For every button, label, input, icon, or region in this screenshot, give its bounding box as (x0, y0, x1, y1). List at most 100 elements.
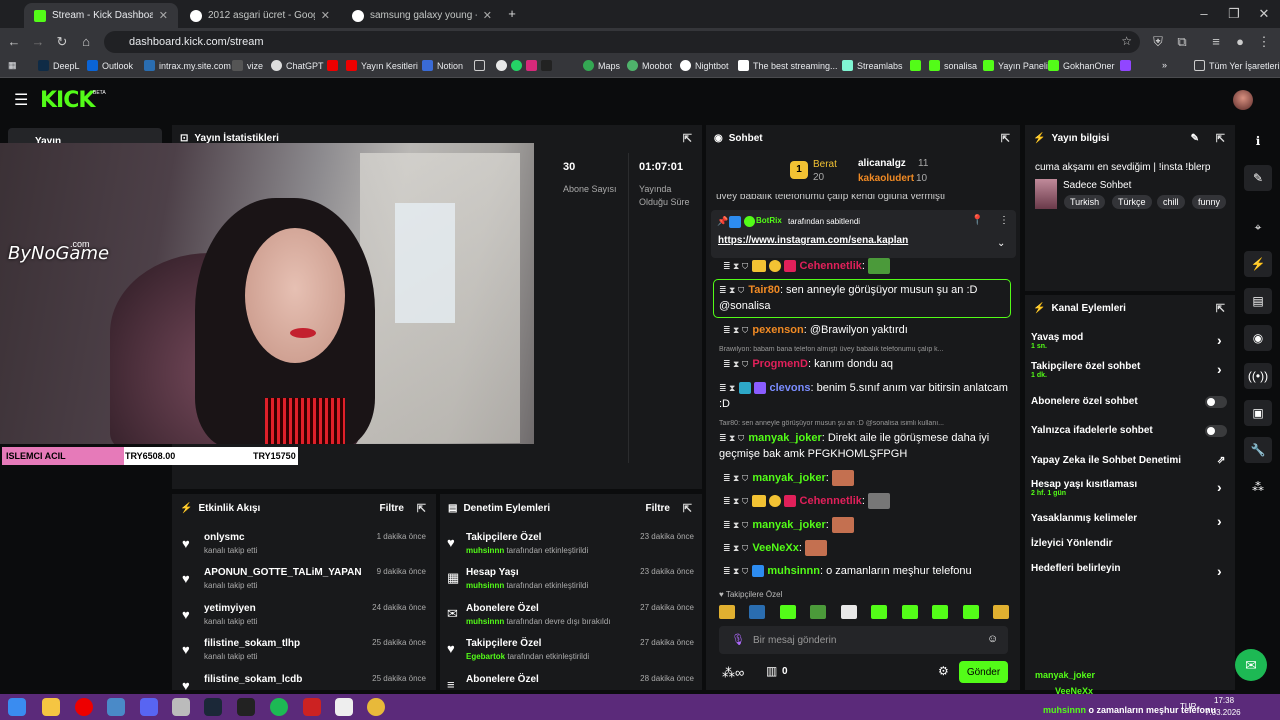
hamburger-menu-icon[interactable]: ☰ (14, 90, 28, 110)
tab-google-asgari[interactable]: 2012 asgari ücret - Google'da A ✕ (180, 3, 340, 28)
spotify-icon[interactable] (270, 698, 288, 716)
profile-icon[interactable]: ● (1232, 34, 1248, 50)
bookmark-icons-group[interactable] (496, 60, 556, 71)
folder-icon[interactable] (474, 60, 489, 71)
wrench-icon[interactable]: 🔧 (1244, 437, 1272, 463)
bookmark-all[interactable]: Tüm Yer İşaretleri (1194, 60, 1280, 71)
app-icon[interactable] (335, 698, 353, 716)
subscribers-only-toggle[interactable] (1205, 396, 1227, 408)
gift-icon[interactable]: ▥ (766, 664, 777, 678)
close-tab-icon[interactable]: ✕ (321, 9, 330, 22)
emote-icon[interactable] (810, 605, 827, 619)
popout-icon[interactable]: ⇱ (683, 502, 692, 515)
menu-icon[interactable]: ⋮ (1256, 34, 1272, 50)
opera-icon[interactable] (75, 698, 93, 716)
info-icon[interactable]: ℹ (1244, 128, 1272, 154)
bookmark-star-icon[interactable]: ☆ (1121, 34, 1132, 48)
chat-input[interactable]: 🎙 Bir mesaj gönderin ☺ (719, 626, 1008, 654)
emote-icon[interactable] (901, 605, 918, 619)
twitch-icon[interactable] (1120, 60, 1135, 71)
popout-icon[interactable]: ⇱ (417, 502, 426, 515)
emoji-icon[interactable]: ☺ (987, 633, 998, 645)
home-icon[interactable]: ⌂ (78, 34, 94, 50)
popout-icon[interactable]: ⇱ (1001, 132, 1010, 145)
close-tab-icon[interactable]: ✕ (483, 9, 492, 22)
bookmark-maps[interactable]: Maps (583, 60, 620, 71)
clock-time[interactable]: 17:38 (1214, 696, 1234, 705)
epic-games-icon[interactable] (237, 698, 255, 716)
restore-icon[interactable]: ❐ (1226, 6, 1242, 22)
extension-shield-icon[interactable]: ⛨ (1150, 34, 1166, 50)
bookmark-yayin-paneli[interactable]: Yayın Paneli (983, 60, 1048, 71)
bookmark-streamlabs[interactable]: Streamlabs (842, 60, 903, 71)
pencil-icon[interactable]: ✎ (1244, 165, 1272, 191)
media-icon[interactable]: ≡ (1208, 34, 1224, 50)
app-icon[interactable] (303, 698, 321, 716)
category-name[interactable]: Sadece Sohbet (1063, 180, 1131, 191)
emote-icon[interactable] (840, 605, 857, 619)
url-field[interactable]: dashboard.kick.com/stream ☆ (104, 31, 1140, 53)
apps-icon[interactable]: ▦ (8, 60, 17, 71)
support-chat-icon[interactable]: ✉ (1235, 649, 1267, 681)
category-thumbnail[interactable] (1035, 179, 1057, 209)
new-tab-icon[interactable]: + (504, 6, 520, 22)
emote-icon[interactable] (719, 605, 735, 619)
apps-icon[interactable]: ⁂ (1244, 474, 1272, 500)
settings-gear-icon[interactable]: ⚙ (938, 664, 949, 678)
youtube-icon[interactable] (327, 60, 342, 71)
file-explorer-icon[interactable] (42, 698, 60, 716)
clock-date[interactable]: 7.03.2026 (1205, 708, 1241, 717)
tab-kick-dashboard[interactable]: Stream - Kick Dashboard ✕ (24, 3, 178, 28)
popout-icon[interactable]: ⇱ (1216, 132, 1225, 145)
bookmark-intrax[interactable]: intrax.my.site.com (144, 60, 231, 71)
filter-button[interactable]: Filtre (380, 503, 404, 514)
bookmark-sonalisa[interactable]: sonalisa (929, 60, 977, 71)
action-ai-moderation[interactable]: Yapay Zeka ile Sohbet Denetimi ⇗ (1031, 455, 1231, 466)
popout-icon[interactable]: ⇱ (683, 132, 692, 145)
language-indicator[interactable]: TUR (1180, 702, 1196, 711)
emote-icon[interactable] (932, 605, 949, 619)
bookmark-outlook[interactable]: Outlook (87, 60, 133, 71)
lightning-icon[interactable]: ⚡ (1244, 251, 1272, 277)
send-button[interactable]: Gönder (959, 661, 1008, 683)
start-icon[interactable] (8, 698, 26, 716)
more-options-icon[interactable]: ⋮ (999, 215, 1009, 226)
forward-icon[interactable]: → (30, 34, 46, 50)
emote-icon[interactable] (992, 605, 1009, 619)
emote-icon[interactable] (871, 605, 888, 619)
reply-preview[interactable]: Brawilyon: babam bana telefon almıştı üv… (719, 346, 1009, 353)
document-icon[interactable]: ▤ (1244, 288, 1272, 314)
chrome-icon[interactable] (367, 698, 385, 716)
tag[interactable]: funny (1192, 195, 1227, 209)
popout-icon[interactable]: ⇱ (1216, 302, 1225, 315)
layout-icon[interactable]: ▣ (1244, 400, 1272, 426)
infinity-icon[interactable]: ⁂∞ (722, 665, 744, 681)
discord-icon[interactable] (140, 698, 158, 716)
bookmark-notion[interactable]: Notion (422, 60, 463, 71)
broadcast-icon[interactable]: ((•)) (1244, 363, 1272, 389)
extensions-icon[interactable]: ⧉ (1174, 34, 1190, 50)
tab-google-samsung[interactable]: samsung galaxy young - Googl ✕ (342, 3, 502, 28)
capture-icon[interactable]: ⌖ (1244, 214, 1272, 240)
chevron-down-icon[interactable]: ⌄ (997, 238, 1005, 249)
emote-icon[interactable] (779, 605, 796, 619)
bookmark-yayin-kesitleri[interactable]: Yayın Kesitleri (346, 60, 418, 71)
app-icon[interactable] (172, 698, 190, 716)
bookmark-moobot[interactable]: Moobot (627, 60, 672, 71)
close-tab-icon[interactable]: ✕ (159, 9, 168, 22)
app-icon[interactable] (107, 698, 125, 716)
minimize-icon[interactable]: – (1196, 6, 1212, 22)
bookmark-deepl[interactable]: DeepL (38, 60, 80, 71)
action-banned-words[interactable]: Yasaklanmış kelimeler › (1031, 513, 1231, 529)
pinned-link[interactable]: https://www.instagram.com/sena.kaplan (718, 235, 908, 246)
close-window-icon[interactable]: ✕ (1256, 6, 1272, 22)
filter-button[interactable]: Filtre (646, 503, 670, 514)
kick-bookmark-icon[interactable] (910, 60, 925, 71)
back-icon[interactable]: ← (6, 34, 22, 50)
action-account-age[interactable]: Hesap yaşı kısıtlaması 2 hf. 1 gün › (1031, 479, 1231, 497)
bookmark-gokhanoner[interactable]: GokhanOner (1048, 60, 1115, 71)
action-goals[interactable]: Hedefleri belirleyin › (1031, 563, 1231, 579)
avatar[interactable] (1233, 90, 1253, 110)
bookmark-chatgpt[interactable]: ChatGPT (271, 60, 324, 71)
edit-icon[interactable]: ✎ (1191, 133, 1199, 144)
